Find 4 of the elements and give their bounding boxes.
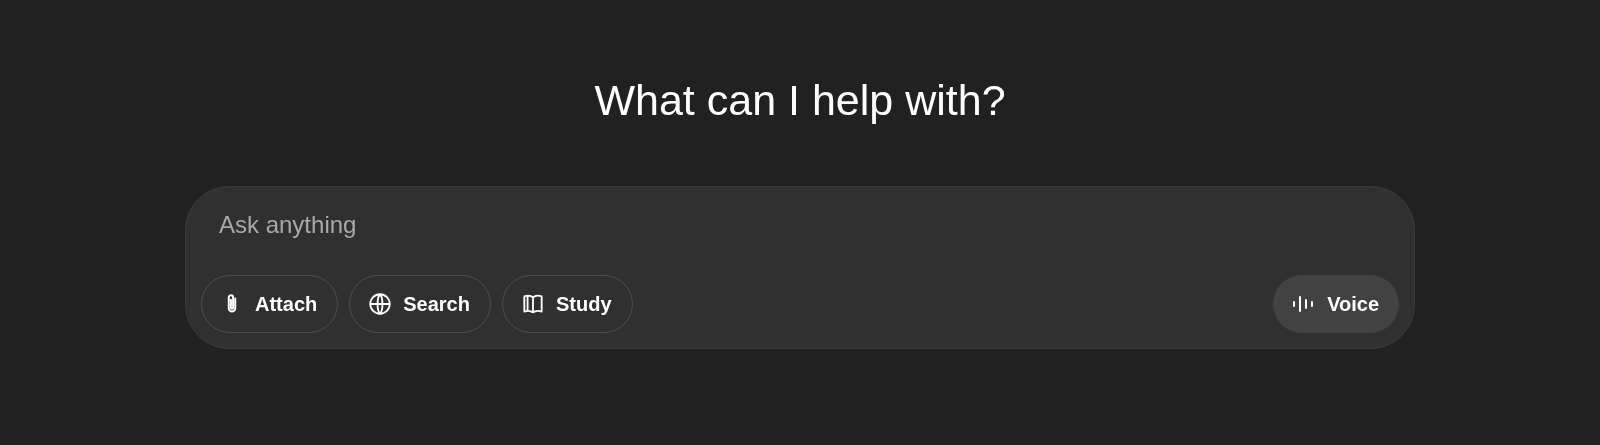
page-heading: What can I help with? xyxy=(594,75,1006,126)
globe-icon xyxy=(367,291,394,317)
voice-button[interactable]: Voice xyxy=(1273,275,1399,333)
message-input[interactable]: Ask anything xyxy=(219,211,819,239)
